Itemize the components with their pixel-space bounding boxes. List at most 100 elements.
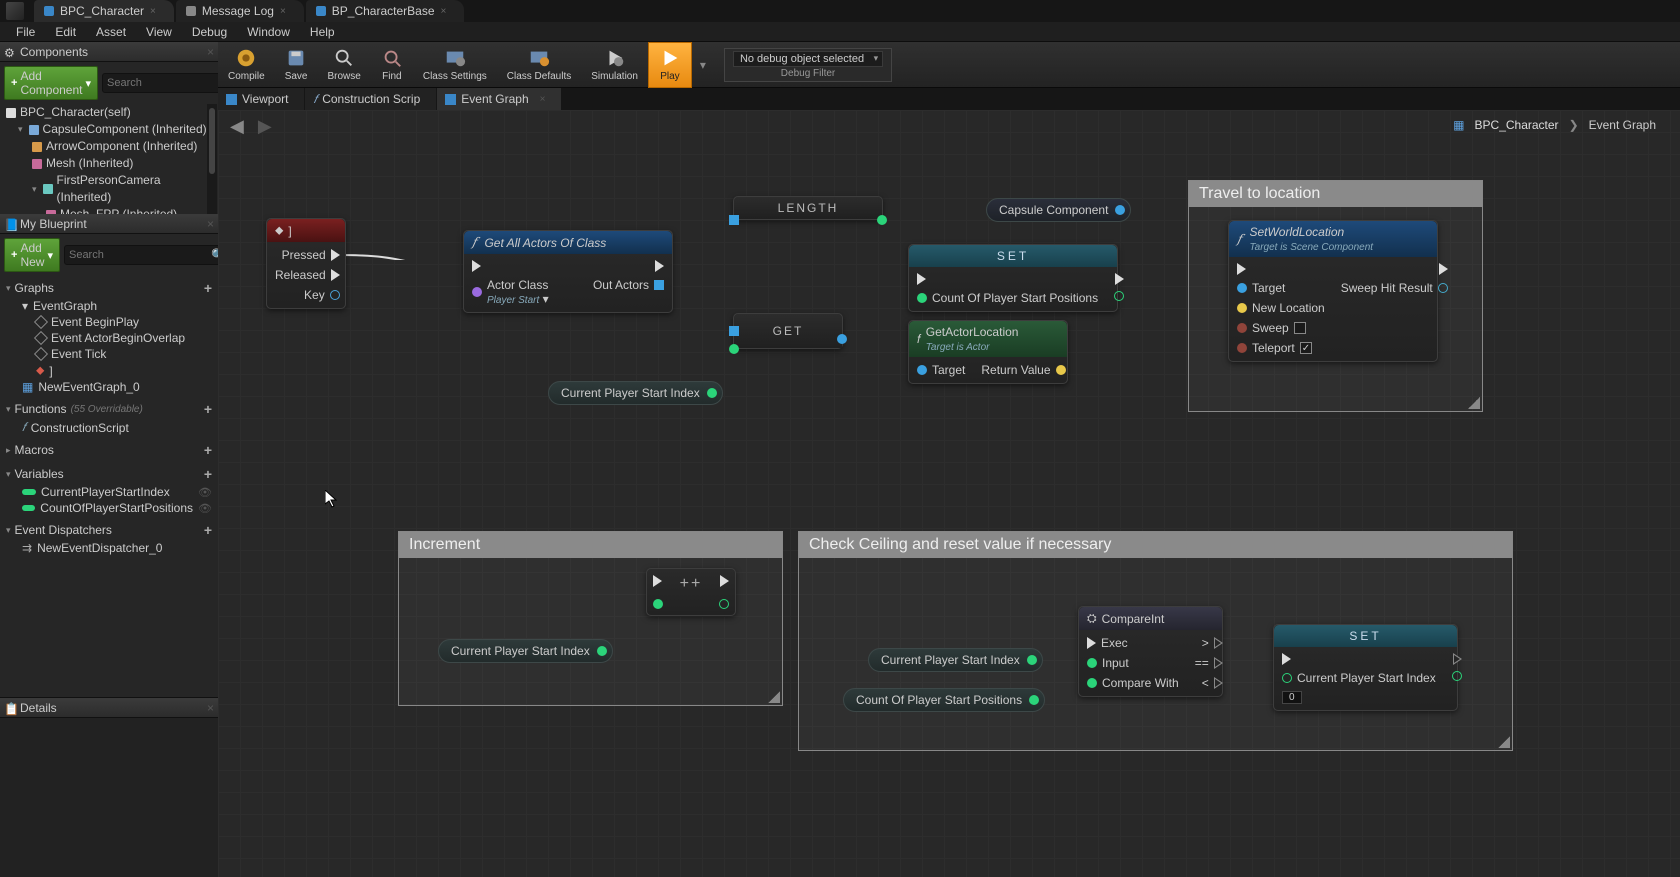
pin-teleport[interactable]: Teleport	[1237, 341, 1325, 355]
play-button[interactable]: Play	[648, 42, 692, 88]
add-variable-button[interactable]: +	[204, 466, 212, 482]
comment-title[interactable]: Increment	[399, 532, 782, 558]
pin-input[interactable]: Input	[1087, 656, 1179, 670]
menu-debug[interactable]: Debug	[182, 23, 237, 41]
pin-array-in[interactable]	[729, 326, 739, 336]
resize-handle-icon[interactable]	[768, 691, 780, 703]
pin-greater[interactable]: >	[1195, 636, 1223, 650]
variable-item[interactable]: CountOfPlayerStartPositions👁	[4, 500, 214, 516]
pin-sweep-hit[interactable]: Sweep Hit Result	[1341, 281, 1448, 295]
comment-title[interactable]: Check Ceiling and reset value if necessa…	[799, 532, 1512, 558]
menu-window[interactable]: Window	[237, 23, 300, 41]
title-tab-character-base[interactable]: BP_CharacterBase×	[306, 0, 465, 22]
pin-equal[interactable]: ==	[1195, 656, 1223, 670]
close-icon[interactable]: ×	[207, 45, 214, 59]
nav-back-button[interactable]: ◀	[230, 116, 244, 137]
node-get-all-actors[interactable]: 𝑓Get All Actors Of Class Actor ClassPlay…	[463, 230, 673, 313]
debug-object-select[interactable]: No debug object selected	[733, 51, 883, 67]
simulation-button[interactable]: Simulation	[581, 42, 648, 88]
node-length[interactable]: LENGTH	[733, 196, 883, 220]
menu-file[interactable]: File	[6, 23, 45, 41]
event-item[interactable]: Event ActorBeginOverlap	[4, 330, 214, 346]
pin-exec-out[interactable]	[1452, 653, 1462, 665]
node-var-current-index-1[interactable]: Current Player Start Index	[548, 381, 723, 405]
section-functions[interactable]: ▾Functions(55 Overridable)+	[4, 399, 214, 419]
pin-array-in[interactable]	[729, 215, 739, 225]
pin-exec-in[interactable]	[1282, 653, 1436, 665]
event-item[interactable]: ⬥]	[4, 362, 214, 379]
node-compare-int[interactable]: ⛭CompareInt Exec Input Compare With > ==…	[1078, 606, 1223, 697]
pin-exec-in[interactable]	[472, 260, 549, 272]
class-settings-button[interactable]: Class Settings	[413, 42, 497, 88]
pin-exec-out[interactable]	[1114, 273, 1124, 285]
pin-value-out[interactable]	[1114, 291, 1124, 301]
comment-title[interactable]: Travel to location	[1189, 181, 1482, 207]
pin-actor-class[interactable]: Actor ClassPlayer Start ▾	[472, 278, 549, 306]
close-icon[interactable]: ×	[540, 94, 546, 105]
pin-out-actors[interactable]: Out Actors	[593, 278, 664, 292]
pin-exec-in[interactable]	[1237, 263, 1325, 275]
event-graph-canvas[interactable]: ◀ ▶ ▦ BPC_Character ❯ Event Graph	[218, 110, 1680, 877]
breadcrumb-child[interactable]: Event Graph	[1589, 118, 1656, 132]
eye-icon[interactable]: 👁	[198, 486, 212, 499]
node-get-actor-location[interactable]: 𝑓GetActorLocationTarget is Actor Target …	[908, 320, 1068, 384]
variable-item[interactable]: CurrentPlayerStartIndex👁	[4, 484, 214, 500]
close-icon[interactable]: ×	[207, 701, 214, 715]
details-panel-header[interactable]: 📋 Details×	[0, 698, 218, 718]
tree-row[interactable]: Mesh (Inherited)	[0, 155, 218, 172]
pin-exec[interactable]: Exec	[1087, 636, 1179, 650]
play-dropdown[interactable]: ▾	[692, 58, 714, 72]
add-graph-button[interactable]: +	[204, 280, 212, 296]
node-input-event[interactable]: ⬥] Pressed Released Key	[266, 218, 346, 309]
pin-exec-in[interactable]	[653, 575, 662, 587]
nav-forward-button[interactable]: ▶	[258, 116, 272, 137]
save-button[interactable]: Save	[275, 42, 318, 88]
pin-released[interactable]: Released	[275, 268, 340, 282]
section-dispatchers[interactable]: ▾Event Dispatchers+	[4, 520, 214, 540]
components-panel-header[interactable]: ⚙ Components×	[0, 42, 218, 62]
find-button[interactable]: Find	[371, 42, 413, 88]
scrollbar[interactable]	[207, 104, 217, 214]
tree-row[interactable]: Mesh_FPP (Inherited)	[0, 206, 218, 214]
title-tab-message-log[interactable]: Message Log×	[176, 0, 304, 22]
tree-row[interactable]: ▾CapsuleComponent (Inherited)	[0, 121, 218, 138]
pin-target[interactable]: Target	[1237, 281, 1325, 295]
eye-icon[interactable]: 👁	[198, 502, 212, 515]
tree-row[interactable]: ArrowComponent (Inherited)	[0, 138, 218, 155]
pin-value-out[interactable]	[1452, 671, 1462, 681]
pin-index-in[interactable]	[729, 344, 739, 354]
breadcrumb-parent[interactable]: BPC_Character	[1475, 118, 1559, 132]
add-component-button[interactable]: Add Component ▾	[4, 66, 98, 100]
close-icon[interactable]: ×	[280, 6, 286, 17]
add-function-button[interactable]: +	[204, 401, 212, 417]
menu-view[interactable]: View	[136, 23, 182, 41]
pin-new-location[interactable]: New Location	[1237, 301, 1325, 315]
section-macros[interactable]: ▸Macros+	[4, 440, 214, 460]
add-new-button[interactable]: Add New ▾	[4, 238, 60, 272]
pin-int-out[interactable]	[877, 215, 887, 225]
menu-edit[interactable]: Edit	[45, 23, 86, 41]
event-item[interactable]: Event Tick	[4, 346, 214, 362]
pin-key[interactable]: Key	[275, 288, 340, 302]
pin-int-out[interactable]	[719, 599, 729, 609]
pin-exec-out[interactable]	[593, 260, 664, 272]
pin-exec-out[interactable]	[720, 575, 729, 587]
tab-viewport[interactable]: Viewport	[218, 88, 304, 110]
tab-construction-script[interactable]: 𝑓Construction Scrip	[305, 88, 436, 110]
tree-row[interactable]: ▾FirstPersonCamera (Inherited)	[0, 172, 218, 206]
pin-literal[interactable]: 0	[1282, 691, 1436, 704]
pin-pressed[interactable]: Pressed	[275, 248, 340, 262]
graph-item[interactable]: ▦NewEventGraph_0	[4, 379, 214, 395]
blueprint-search-input[interactable]	[69, 249, 211, 261]
section-graphs[interactable]: ▾Graphs+	[4, 278, 214, 298]
dispatcher-item[interactable]: ⇉NewEventDispatcher_0	[4, 540, 214, 556]
pin-exec-in[interactable]	[917, 273, 1098, 285]
node-increment[interactable]: ++	[646, 568, 736, 616]
menu-help[interactable]: Help	[300, 23, 345, 41]
node-capsule-component[interactable]: Capsule Component	[986, 198, 1131, 222]
graph-item[interactable]: ▾EventGraph	[4, 298, 214, 314]
pin-sweep[interactable]: Sweep	[1237, 321, 1325, 335]
class-defaults-button[interactable]: Class Defaults	[497, 42, 581, 88]
pin-compare-with[interactable]: Compare With	[1087, 676, 1179, 690]
pin-less[interactable]: <	[1195, 676, 1223, 690]
